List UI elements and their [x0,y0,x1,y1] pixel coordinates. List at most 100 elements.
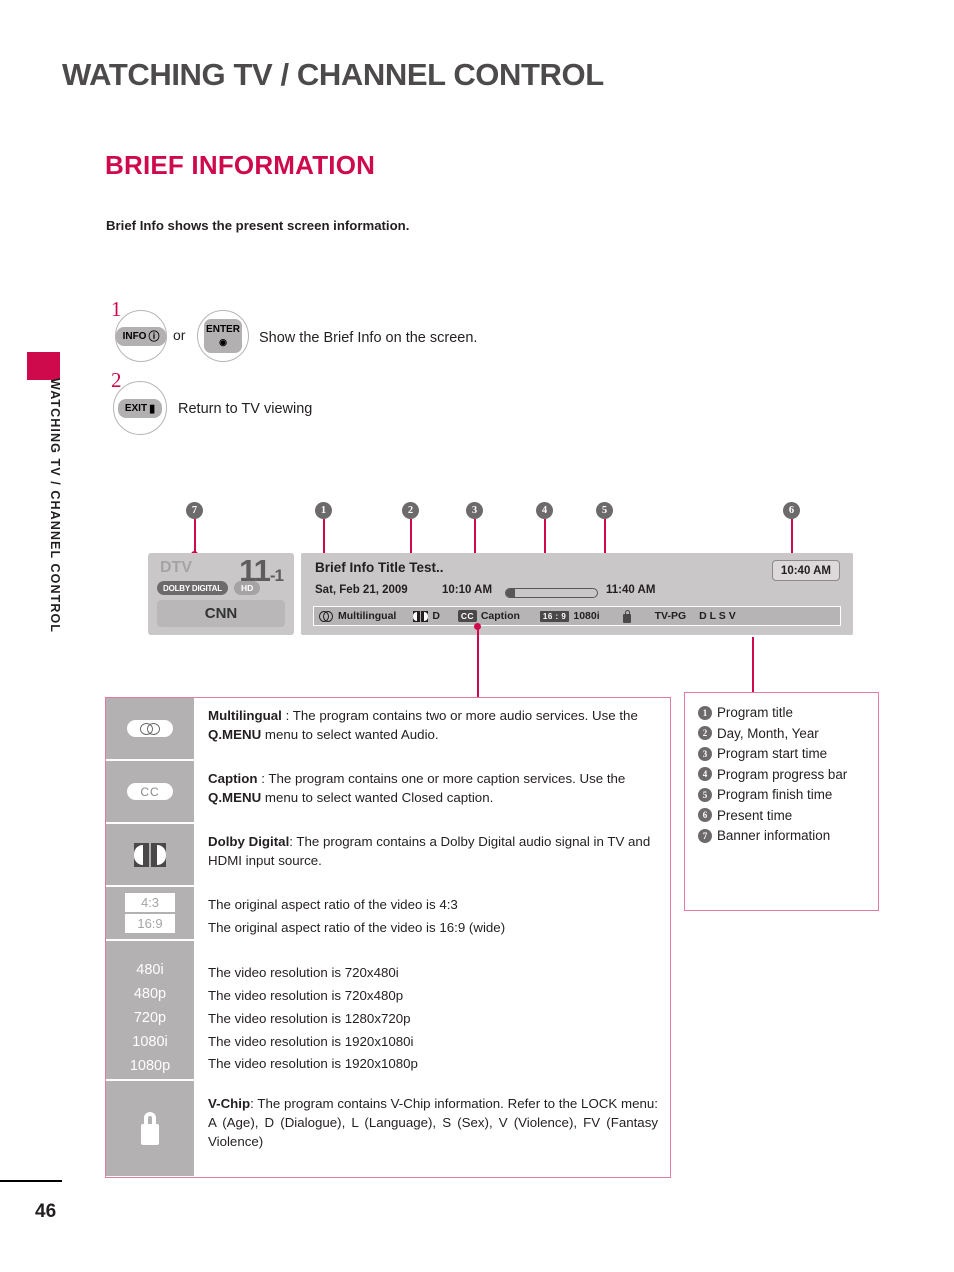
enter-key[interactable]: ENTER ◉ [197,310,249,362]
lead-paragraph: Brief Info shows the present screen info… [106,218,410,233]
exit-key[interactable]: EXIT ▮ [113,381,167,435]
sidebar-vertical-title: WATCHING TV / CHANNEL CONTROL [48,378,62,634]
table-row: CC Caption : The program contains one or… [106,761,670,824]
legend-label-7: Banner information [717,828,831,843]
resolution-480i-description: The video resolution is 720x480i [208,965,399,980]
aspect-ratio-cell: 4:3 16:9 [106,887,194,941]
legend-label-1: Program title [717,705,793,720]
callout-3: 3 [466,502,483,519]
dolby-term: Dolby Digital [208,834,290,849]
dolby-item: D [413,610,440,622]
program-title: Brief Info Title Test.. [315,560,444,575]
resolution-480p-description: The video resolution is 720x480p [208,987,404,1003]
dolby-label: D [432,610,440,622]
lock-icon [622,609,633,623]
multilingual-label: Multilingual [338,610,397,622]
multilingual-emphasis: Q.MENU [208,726,262,742]
list-item: 1 Program title [698,705,878,720]
list-item: 5 Program finish time [698,787,878,802]
dolby-digital-icon [413,610,429,622]
resolution-720p-description: The video resolution is 1280x720p [208,1010,411,1026]
multilingual-text: : The program contains two or more audio… [281,708,638,723]
legend-label-3: Program start time [717,746,828,761]
aspect-ratio-icon: 16 : 9 [539,610,570,622]
resolution-1080p-label: 1080p [129,1058,171,1075]
page-number: 46 [35,1201,57,1222]
list-item: 3 Program start time [698,746,878,761]
table-row: Dolby Digital: The program contains a Do… [106,824,670,887]
legend-numbers-list: 1 Program title 2 Day, Month, Year 3 Progra… [685,693,878,843]
bullet-5: 5 [698,787,712,802]
legend-label-6: Present time [717,807,793,823]
step-2-description: Return to TV viewing [178,401,313,417]
tv-banner-left-panel: DTV 11-1 DOLBY DIGITAL HD CNN [148,553,294,635]
present-time: 10:40 AM [771,560,840,581]
rating-label: TV-PG [654,610,687,622]
aspect-descriptions: The original aspect ratio of the video i… [194,887,670,941]
program-progress-bar [505,588,598,598]
source-label: DTV [160,559,192,576]
caption-label: Caption [480,610,520,622]
dolby-icon-cell [106,824,194,887]
caption-term: Caption [208,771,258,786]
exit-icon: ▮ [149,402,156,415]
caption-item: CC Caption [457,610,520,622]
cc-icon: CC [457,610,477,622]
resolution-720p-label: 720p [133,1010,167,1027]
step-1-number: 1 [111,297,122,321]
channel-minor: -1 [269,566,284,585]
vchip-text: : The program contains V-Chip informatio… [208,1096,658,1149]
step-1-connector: or [173,327,186,343]
info-icon: ⓘ [148,331,160,343]
callout-7: 7 [186,502,203,519]
vchip-term: V-Chip [208,1096,251,1111]
legend-left-connector [477,627,479,697]
callout-1: 1 [315,502,332,519]
dolby-digital-badge: DOLBY DIGITAL [157,581,228,595]
list-item: 2 Day, Month, Year [698,726,878,741]
aspect-4-3-description: The original aspect ratio of the video i… [208,897,458,912]
info-key-label: INFO [122,330,147,342]
aspect-16-9-icon: 16:9 [125,914,175,933]
resolution-1080p-description: The video resolution is 1920x1080p [208,1056,418,1072]
callout-5: 5 [596,502,613,519]
legend-label-2: Day, Month, Year [717,725,819,741]
exit-key-label: EXIT [124,402,148,414]
bullet-3: 3 [698,746,712,761]
aspect-16-9-description: The original aspect ratio of the video i… [208,919,506,935]
manual-page: WATCHING TV / CHANNEL CONTROL WATCHING T… [0,0,954,1272]
multilingual-text-end: menu to select wanted Audio. [261,726,439,742]
resolution-1080i-description: The video resolution is 1920x1080i [208,1033,414,1049]
page-title: WATCHING TV / CHANNEL CONTROL [62,57,604,92]
bullet-2: 2 [698,726,712,740]
step-1-description: Show the Brief Info on the screen. [259,330,478,346]
rating-flags: D L S V [699,610,736,622]
table-row: 480i 480p 720p 1080i 1080p The video res… [106,941,670,1081]
multilingual-icon [319,610,334,622]
aspect-resolution-item: 16 : 9 1080i [539,610,600,622]
dolby-description: Dolby Digital: The program contains a Do… [194,824,670,887]
cc-text: CC [140,784,160,799]
legend-label-4: Program progress bar [717,766,848,782]
multilingual-description: Multilingual : The program contains two … [194,698,670,761]
resolution-descriptions: The video resolution is 720x480i The vid… [194,941,670,1081]
lock-icon [137,1112,163,1145]
list-item: 7 Banner information [698,828,878,843]
multilingual-icon-cell [106,698,194,761]
multilingual-term: Multilingual [208,708,282,723]
enter-key-label: ENTER [206,324,240,335]
info-key[interactable]: INFO ⓘ [115,310,167,362]
program-start-time: 10:10 AM [442,584,493,596]
exit-keycap: EXIT ▮ [117,398,163,418]
progress-fill [506,589,515,597]
legend-numbers-box: 1 Program title 2 Day, Month, Year 3 Progra… [684,692,879,911]
list-item: 6 Present time [698,808,878,823]
caption-description: Caption : The program contains one or mo… [194,761,670,824]
hd-badge: HD [234,581,261,595]
vchip-icon-cell [106,1081,194,1176]
table-row: 4:3 16:9 The original aspect ratio of th… [106,887,670,941]
table-row: V-Chip: The program contains V-Chip info… [106,1081,670,1176]
resolution-1080i-label: 1080i [132,1034,168,1051]
bullet-4: 4 [698,767,712,781]
legend-label-5: Program finish time [717,787,833,802]
